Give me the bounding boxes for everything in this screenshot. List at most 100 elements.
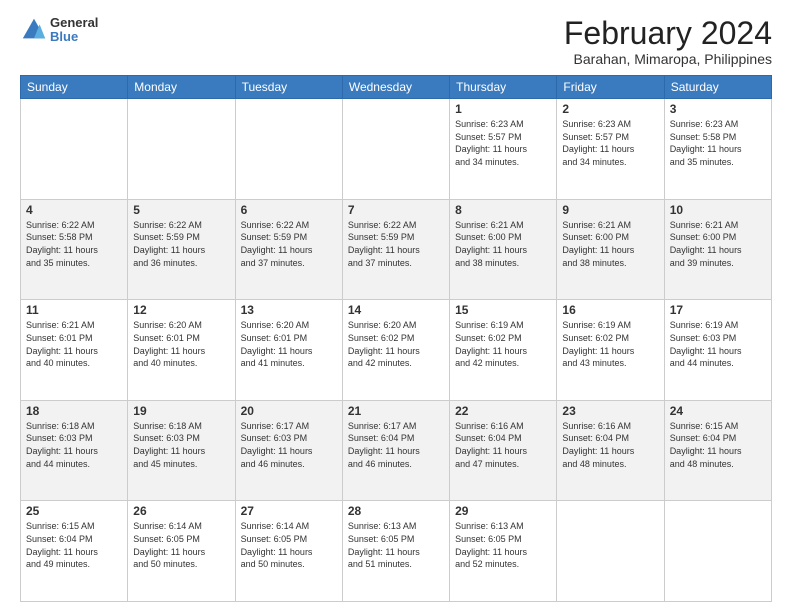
day-cell: 15 Sunrise: 6:19 AM Sunset: 6:02 PM Dayli… (450, 300, 557, 401)
day-cell: 21 Sunrise: 6:17 AM Sunset: 6:04 PM Dayli… (342, 400, 449, 501)
day-cell: 27Sunrise: 6:14 AM Sunset: 6:05 PM Dayli… (235, 501, 342, 602)
day-cell: 1 Sunrise: 6:23 AM Sunset: 5:57 PM Daylig… (450, 99, 557, 200)
day-number: 2 (562, 102, 658, 116)
day-info: Sunrise: 6:16 AM Sunset: 6:04 PM Dayligh… (562, 420, 658, 470)
day-cell: 7Sunrise: 6:22 AM Sunset: 5:59 PM Daylig… (342, 199, 449, 300)
weekday-header-tuesday: Tuesday (235, 76, 342, 99)
day-cell: 9Sunrise: 6:21 AM Sunset: 6:00 PM Daylig… (557, 199, 664, 300)
weekday-header-row: SundayMondayTuesdayWednesdayThursdayFrid… (21, 76, 772, 99)
day-cell (128, 99, 235, 200)
day-cell: 19Sunrise: 6:18 AM Sunset: 6:03 PM Dayli… (128, 400, 235, 501)
day-cell (21, 99, 128, 200)
day-info: Sunrise: 6:23 AM Sunset: 5:57 PM Dayligh… (562, 118, 658, 168)
day-info: Sunrise: 6:17 AM Sunset: 6:04 PM Dayligh… (348, 420, 444, 470)
day-info: Sunrise: 6:20 AM Sunset: 6:01 PM Dayligh… (241, 319, 337, 369)
day-cell: 11 Sunrise: 6:21 AM Sunset: 6:01 PM Dayli… (21, 300, 128, 401)
day-info: Sunrise: 6:13 AM Sunset: 6:05 PM Dayligh… (348, 520, 444, 570)
day-number: 4 (26, 203, 122, 217)
day-info: Sunrise: 6:21 AM Sunset: 6:00 PM Dayligh… (562, 219, 658, 269)
day-cell: 10 Sunrise: 6:21 AM Sunset: 6:00 PM Dayli… (664, 199, 771, 300)
day-info: Sunrise: 6:22 AM Sunset: 5:59 PM Dayligh… (348, 219, 444, 269)
day-cell: 2 Sunrise: 6:23 AM Sunset: 5:57 PM Daylig… (557, 99, 664, 200)
day-number: 13 (241, 303, 337, 317)
day-number: 5 (133, 203, 229, 217)
day-number: 15 (455, 303, 551, 317)
logo-line2: Blue (50, 30, 98, 44)
header: General Blue February 2024 Barahan, Mima… (20, 16, 772, 67)
day-cell: 28 Sunrise: 6:13 AM Sunset: 6:05 PM Dayli… (342, 501, 449, 602)
day-info: Sunrise: 6:20 AM Sunset: 6:02 PM Dayligh… (348, 319, 444, 369)
day-info: Sunrise: 6:14 AM Sunset: 6:05 PM Dayligh… (133, 520, 229, 570)
day-info: Sunrise: 6:15 AM Sunset: 6:04 PM Dayligh… (670, 420, 766, 470)
day-number: 29 (455, 504, 551, 518)
day-info: Sunrise: 6:21 AM Sunset: 6:01 PM Dayligh… (26, 319, 122, 369)
week-row-3: 11 Sunrise: 6:21 AM Sunset: 6:01 PM Dayli… (21, 300, 772, 401)
day-cell: 5 Sunrise: 6:22 AM Sunset: 5:59 PM Daylig… (128, 199, 235, 300)
day-info: Sunrise: 6:23 AM Sunset: 5:57 PM Dayligh… (455, 118, 551, 168)
calendar-title: February 2024 (564, 16, 772, 51)
title-area: February 2024 Barahan, Mimaropa, Philipp… (564, 16, 772, 67)
logo: General Blue (20, 16, 98, 45)
day-number: 8 (455, 203, 551, 217)
day-number: 26 (133, 504, 229, 518)
day-cell (235, 99, 342, 200)
day-info: Sunrise: 6:18 AM Sunset: 6:03 PM Dayligh… (133, 420, 229, 470)
day-info: Sunrise: 6:13 AM Sunset: 6:05 PM Dayligh… (455, 520, 551, 570)
week-row-2: 4 Sunrise: 6:22 AM Sunset: 5:58 PM Daylig… (21, 199, 772, 300)
day-cell: 4 Sunrise: 6:22 AM Sunset: 5:58 PM Daylig… (21, 199, 128, 300)
week-row-4: 18 Sunrise: 6:18 AM Sunset: 6:03 PM Dayli… (21, 400, 772, 501)
day-info: Sunrise: 6:19 AM Sunset: 6:02 PM Dayligh… (455, 319, 551, 369)
page: General Blue February 2024 Barahan, Mima… (0, 0, 792, 612)
day-info: Sunrise: 6:17 AM Sunset: 6:03 PM Dayligh… (241, 420, 337, 470)
day-number: 12 (133, 303, 229, 317)
day-cell: 8Sunrise: 6:21 AM Sunset: 6:00 PM Daylig… (450, 199, 557, 300)
logo-icon (20, 16, 48, 44)
day-info: Sunrise: 6:22 AM Sunset: 5:59 PM Dayligh… (133, 219, 229, 269)
day-cell: 12 Sunrise: 6:20 AM Sunset: 6:01 PM Dayli… (128, 300, 235, 401)
day-cell: 17 Sunrise: 6:19 AM Sunset: 6:03 PM Dayli… (664, 300, 771, 401)
calendar-subtitle: Barahan, Mimaropa, Philippines (564, 51, 772, 67)
logo-line1: General (50, 16, 98, 30)
day-cell (664, 501, 771, 602)
weekday-header-wednesday: Wednesday (342, 76, 449, 99)
day-number: 22 (455, 404, 551, 418)
day-number: 17 (670, 303, 766, 317)
weekday-header-sunday: Sunday (21, 76, 128, 99)
day-info: Sunrise: 6:23 AM Sunset: 5:58 PM Dayligh… (670, 118, 766, 168)
day-info: Sunrise: 6:16 AM Sunset: 6:04 PM Dayligh… (455, 420, 551, 470)
day-cell (342, 99, 449, 200)
day-number: 16 (562, 303, 658, 317)
logo-text: General Blue (50, 16, 98, 45)
day-info: Sunrise: 6:19 AM Sunset: 6:02 PM Dayligh… (562, 319, 658, 369)
day-number: 11 (26, 303, 122, 317)
calendar-table: SundayMondayTuesdayWednesdayThursdayFrid… (20, 75, 772, 602)
day-cell (557, 501, 664, 602)
weekday-header-thursday: Thursday (450, 76, 557, 99)
day-info: Sunrise: 6:21 AM Sunset: 6:00 PM Dayligh… (670, 219, 766, 269)
day-cell: 25Sunrise: 6:15 AM Sunset: 6:04 PM Dayli… (21, 501, 128, 602)
day-cell: 24Sunrise: 6:15 AM Sunset: 6:04 PM Dayli… (664, 400, 771, 501)
day-cell: 13 Sunrise: 6:20 AM Sunset: 6:01 PM Dayli… (235, 300, 342, 401)
day-cell: 29 Sunrise: 6:13 AM Sunset: 6:05 PM Dayli… (450, 501, 557, 602)
day-cell: 20Sunrise: 6:17 AM Sunset: 6:03 PM Dayli… (235, 400, 342, 501)
day-info: Sunrise: 6:18 AM Sunset: 6:03 PM Dayligh… (26, 420, 122, 470)
day-number: 28 (348, 504, 444, 518)
day-info: Sunrise: 6:19 AM Sunset: 6:03 PM Dayligh… (670, 319, 766, 369)
day-info: Sunrise: 6:22 AM Sunset: 5:58 PM Dayligh… (26, 219, 122, 269)
day-info: Sunrise: 6:20 AM Sunset: 6:01 PM Dayligh… (133, 319, 229, 369)
day-info: Sunrise: 6:14 AM Sunset: 6:05 PM Dayligh… (241, 520, 337, 570)
day-number: 3 (670, 102, 766, 116)
week-row-1: 1 Sunrise: 6:23 AM Sunset: 5:57 PM Daylig… (21, 99, 772, 200)
day-cell: 16 Sunrise: 6:19 AM Sunset: 6:02 PM Dayli… (557, 300, 664, 401)
week-row-5: 25Sunrise: 6:15 AM Sunset: 6:04 PM Dayli… (21, 501, 772, 602)
day-number: 6 (241, 203, 337, 217)
day-number: 10 (670, 203, 766, 217)
weekday-header-friday: Friday (557, 76, 664, 99)
day-number: 1 (455, 102, 551, 116)
weekday-header-monday: Monday (128, 76, 235, 99)
day-cell: 14Sunrise: 6:20 AM Sunset: 6:02 PM Dayli… (342, 300, 449, 401)
day-number: 18 (26, 404, 122, 418)
day-cell: 22 Sunrise: 6:16 AM Sunset: 6:04 PM Dayli… (450, 400, 557, 501)
day-number: 21 (348, 404, 444, 418)
day-cell: 18 Sunrise: 6:18 AM Sunset: 6:03 PM Dayli… (21, 400, 128, 501)
